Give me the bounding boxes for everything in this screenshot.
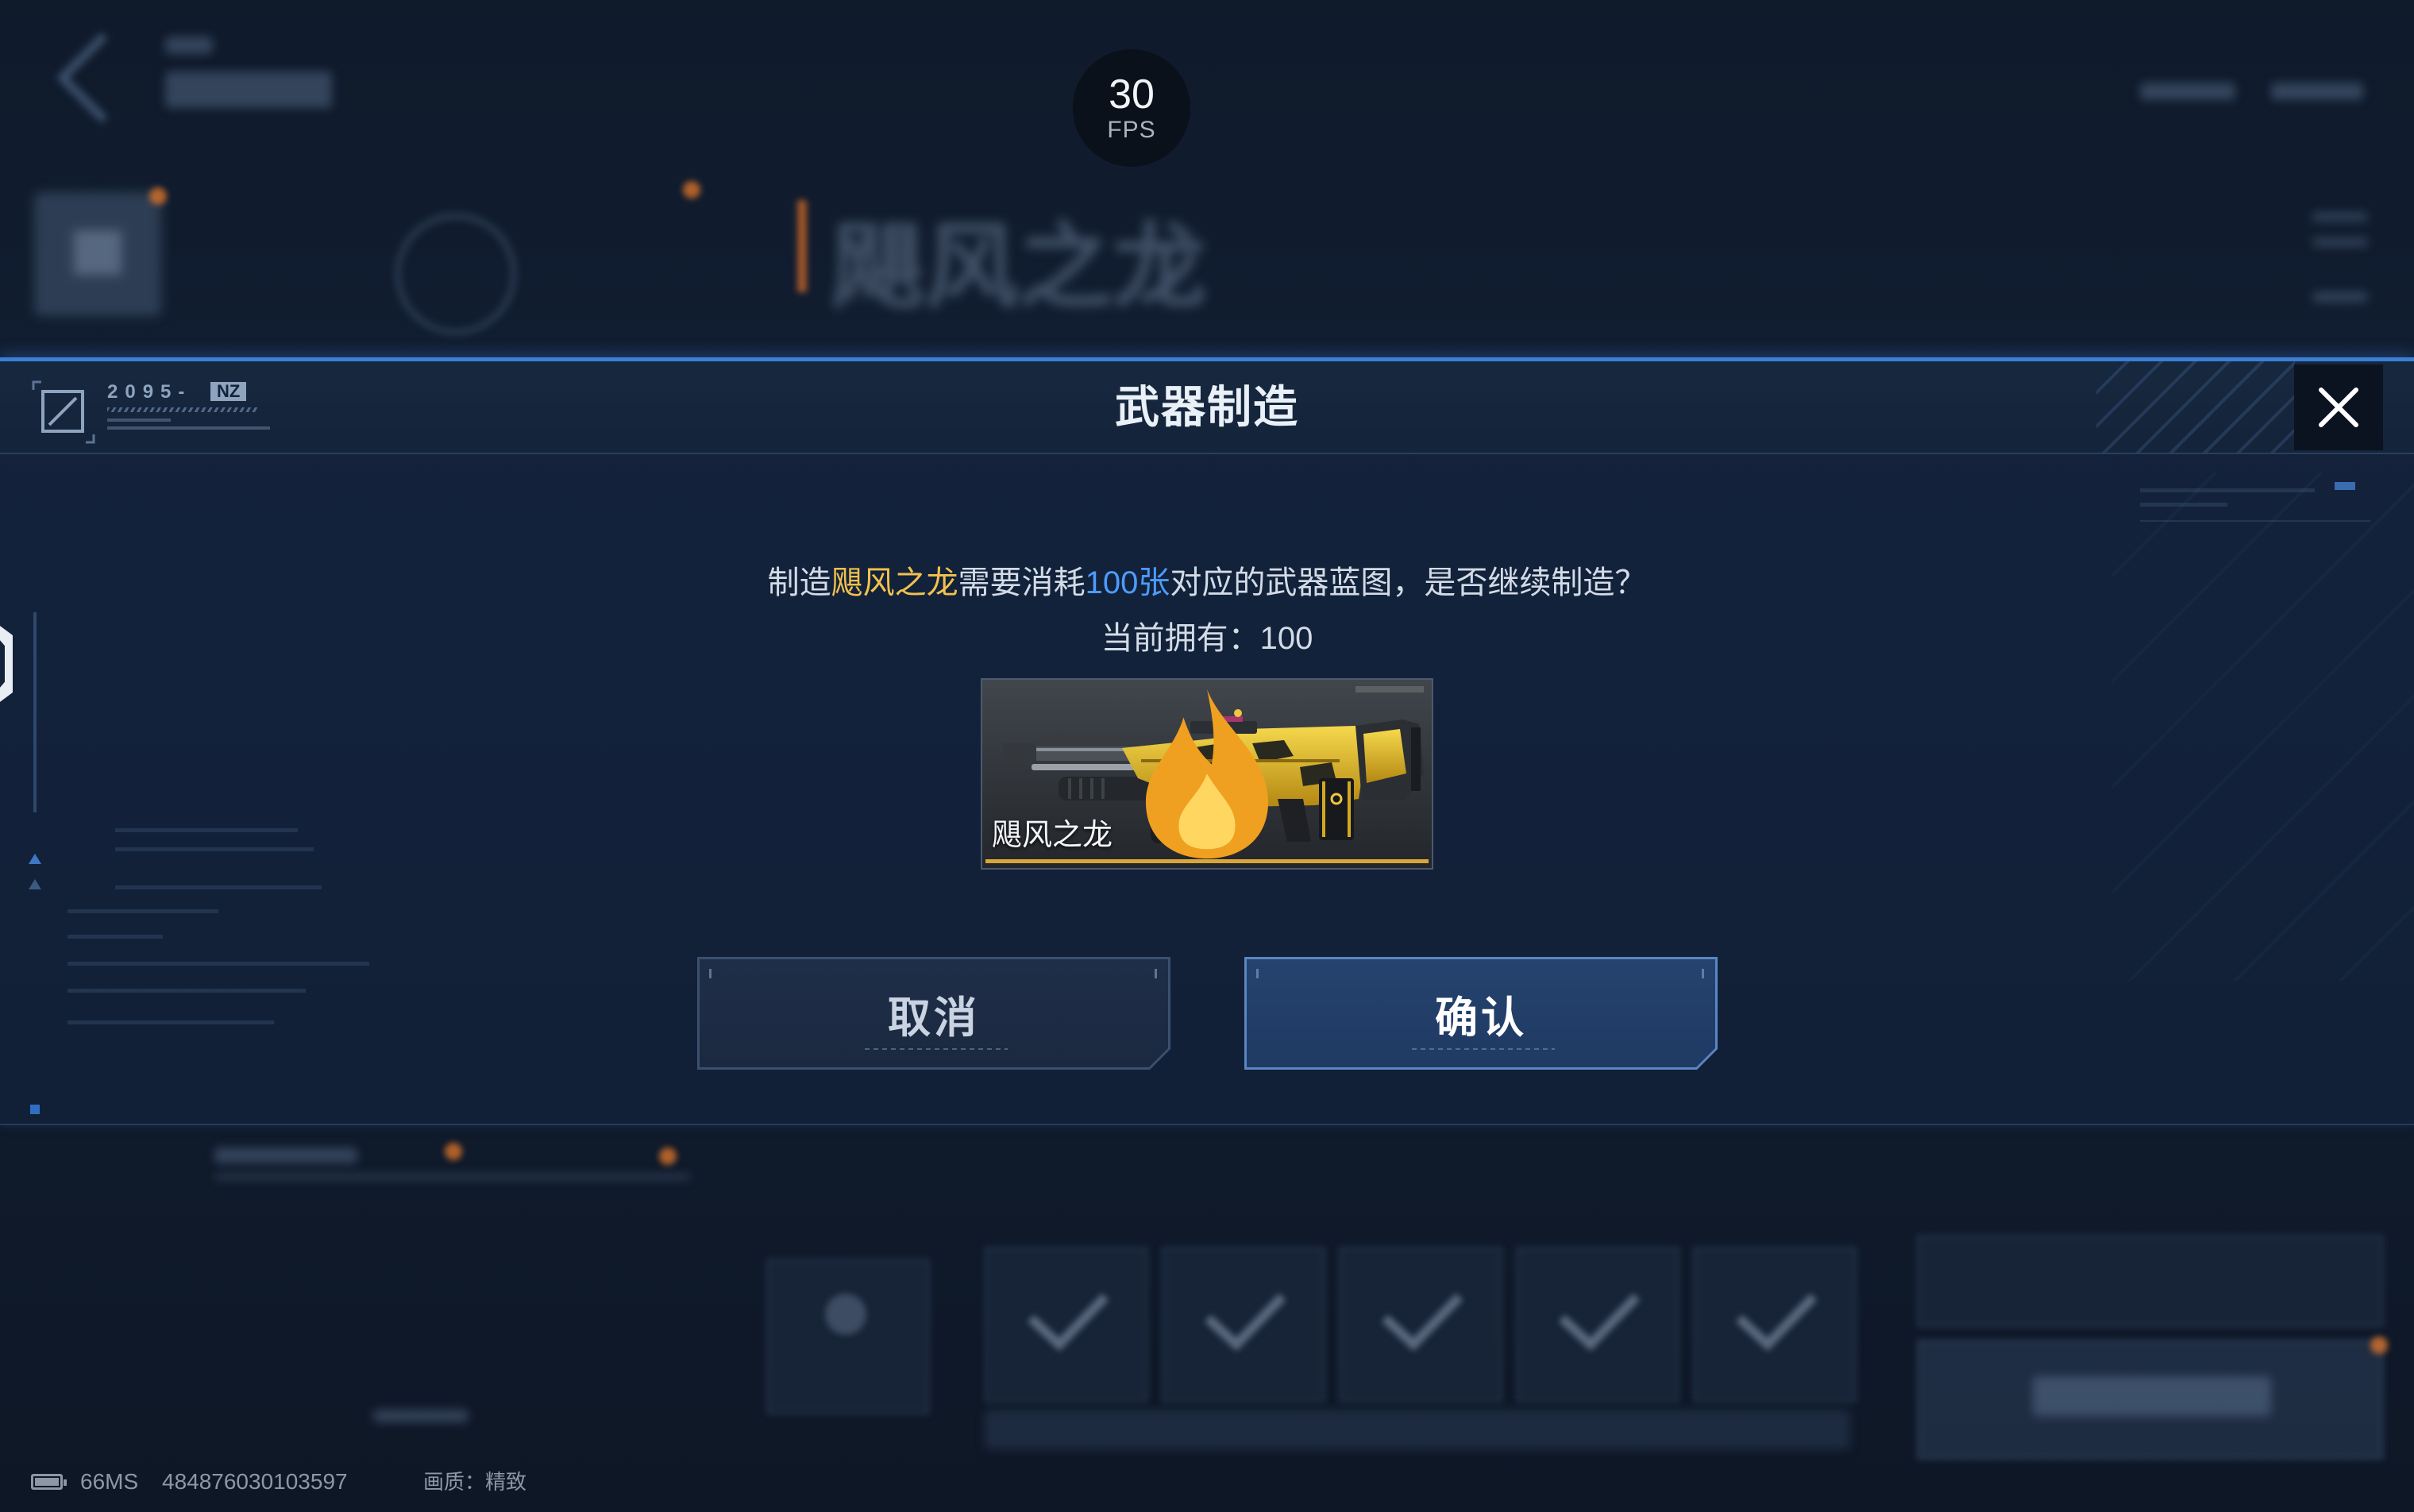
dialog-bottom-border [0,1124,2414,1125]
left-decoration-text [67,1020,274,1024]
band-diagonal-pattern [2112,472,2414,981]
background-notify-dot [683,181,700,199]
message-mid: 需要消耗 [958,565,1086,600]
owned-count: 当前拥有：100 [0,616,2414,661]
flame-icon [1145,688,1269,859]
background-subtitle [165,37,213,54]
background-info-box [1917,1235,2384,1327]
close-icon [2319,388,2358,427]
right-decoration-block [2335,482,2355,490]
ping-value: 66MS [80,1469,139,1494]
back-arrow-icon [56,33,147,123]
check-icon [1381,1293,1463,1352]
background-slot-label-row [985,1410,1850,1449]
quality-value: 精致 [485,1470,527,1494]
left-decoration-text [67,962,369,966]
check-icon [1027,1293,1109,1352]
background-side-label [373,1410,469,1422]
left-decoration-text [115,828,298,832]
left-decoration-text [67,989,306,993]
fps-counter: 30 FPS [1073,49,1190,167]
check-icon [1558,1293,1641,1352]
graphics-quality: 画质：精致 [423,1468,526,1496]
message-suffix: 对应的武器蓝图，是否继续制造？ [1170,565,1647,600]
left-decoration-square [30,1105,40,1114]
left-decoration-text [115,847,314,851]
background-header-title [165,71,332,108]
background-action-label [2033,1376,2271,1416]
dialog-header: 2095- NZ 武器制造 [0,361,2414,454]
left-decoration-text [67,909,218,913]
left-decoration-text [115,885,322,889]
check-icon [1735,1293,1818,1352]
check-icon [1204,1293,1286,1352]
cancel-button[interactable]: 取消 [697,957,1170,1070]
background-menu-icon [2312,292,2368,302]
left-decoration-text [67,935,163,939]
cancel-button-label: 取消 [888,993,980,1042]
background-menu-icon [2312,213,2368,221]
background-ring-icon [395,214,516,334]
dialog-title: 武器制造 [1115,382,1299,432]
background-title-marker [797,200,807,292]
battery-icon [31,1474,67,1490]
background-notify-dot [2370,1336,2388,1354]
button-dashed-line [865,1048,1008,1050]
right-decoration-line [2140,520,2370,522]
quality-label: 画质： [423,1470,486,1494]
craft-confirm-message: 制造飓风之龙需要消耗100张对应的武器蓝图，是否继续制造？ [0,561,2414,605]
owned-value: 100 [1259,621,1313,656]
triangle-filled-icon [29,854,41,864]
button-corner-mark [709,969,711,978]
right-decoration-text [2140,488,2315,492]
button-corner-mark [1702,969,1704,978]
button-dashed-line [1412,1048,1555,1050]
background-notify-dot [149,187,167,205]
background-top: 飓风之龙 [0,0,2414,357]
button-corner-mark [1155,969,1157,978]
background-bottom [0,1124,2414,1512]
fps-value: 30 [1109,71,1155,118]
confirm-button[interactable]: 确认 [1244,957,1718,1070]
background-menu-icon [2312,238,2368,246]
confirm-button-label: 确认 [1435,993,1527,1042]
message-prefix: 制造 [767,565,831,600]
background-weapon-thumb [34,192,161,316]
fps-label: FPS [1107,117,1156,143]
button-corner-mark [1256,969,1259,978]
message-cost: 100张 [1085,565,1170,600]
weapon-card: 飓风之龙 [981,678,1433,870]
background-slot-icon [825,1294,866,1335]
weapon-craft-dialog: 2095- NZ 武器制造 制造飓风之龙需要消耗100张对应的武器蓝图，是否继续… [0,357,2414,1125]
confirm-button-face[interactable]: 确认 [1247,959,1715,1067]
right-decoration-text [2140,503,2227,507]
close-button[interactable] [2294,364,2383,450]
player-id: 484876030103597 [162,1469,348,1494]
triangle-outline-icon [29,879,41,889]
background-top-right-value [2271,83,2363,100]
cancel-button-face[interactable]: 取消 [700,959,1168,1067]
background-weapon-title: 飓风之龙 [831,215,1207,320]
message-weapon-name: 飓风之龙 [831,565,958,600]
owned-label: 当前拥有： [1101,621,1260,656]
background-top-right-label [2140,83,2235,100]
